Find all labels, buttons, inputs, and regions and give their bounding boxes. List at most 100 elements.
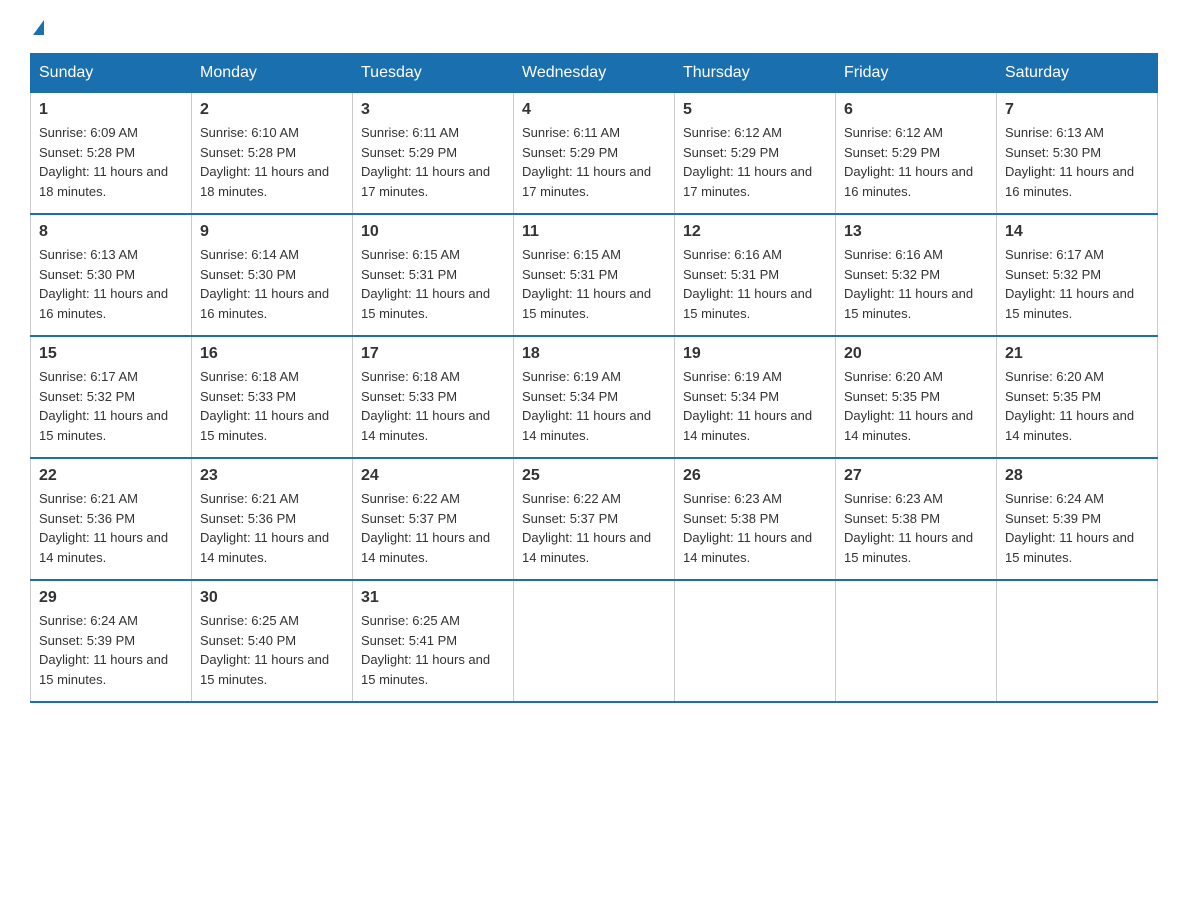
day-number: 26 <box>683 467 827 485</box>
calendar-header-row: SundayMondayTuesdayWednesdayThursdayFrid… <box>31 54 1158 93</box>
day-number: 24 <box>361 467 505 485</box>
day-info: Sunrise: 6:16 AMSunset: 5:31 PMDaylight:… <box>683 247 812 321</box>
day-info: Sunrise: 6:15 AMSunset: 5:31 PMDaylight:… <box>361 247 490 321</box>
logo <box>30 20 44 33</box>
calendar-cell: 1 Sunrise: 6:09 AMSunset: 5:28 PMDayligh… <box>31 93 192 215</box>
calendar-cell: 30 Sunrise: 6:25 AMSunset: 5:40 PMDaylig… <box>192 580 353 702</box>
day-info: Sunrise: 6:21 AMSunset: 5:36 PMDaylight:… <box>200 491 329 565</box>
calendar-table: SundayMondayTuesdayWednesdayThursdayFrid… <box>30 53 1158 703</box>
calendar-cell: 10 Sunrise: 6:15 AMSunset: 5:31 PMDaylig… <box>353 214 514 336</box>
day-info: Sunrise: 6:12 AMSunset: 5:29 PMDaylight:… <box>844 125 973 199</box>
day-number: 9 <box>200 223 344 241</box>
calendar-cell: 29 Sunrise: 6:24 AMSunset: 5:39 PMDaylig… <box>31 580 192 702</box>
day-info: Sunrise: 6:17 AMSunset: 5:32 PMDaylight:… <box>1005 247 1134 321</box>
day-info: Sunrise: 6:19 AMSunset: 5:34 PMDaylight:… <box>683 369 812 443</box>
day-number: 7 <box>1005 101 1149 119</box>
calendar-cell: 21 Sunrise: 6:20 AMSunset: 5:35 PMDaylig… <box>997 336 1158 458</box>
header-thursday: Thursday <box>675 54 836 93</box>
week-row-4: 22 Sunrise: 6:21 AMSunset: 5:36 PMDaylig… <box>31 458 1158 580</box>
calendar-cell: 14 Sunrise: 6:17 AMSunset: 5:32 PMDaylig… <box>997 214 1158 336</box>
calendar-cell <box>514 580 675 702</box>
day-info: Sunrise: 6:23 AMSunset: 5:38 PMDaylight:… <box>683 491 812 565</box>
week-row-5: 29 Sunrise: 6:24 AMSunset: 5:39 PMDaylig… <box>31 580 1158 702</box>
day-info: Sunrise: 6:20 AMSunset: 5:35 PMDaylight:… <box>1005 369 1134 443</box>
calendar-cell: 23 Sunrise: 6:21 AMSunset: 5:36 PMDaylig… <box>192 458 353 580</box>
week-row-1: 1 Sunrise: 6:09 AMSunset: 5:28 PMDayligh… <box>31 93 1158 215</box>
day-number: 15 <box>39 345 183 363</box>
day-info: Sunrise: 6:16 AMSunset: 5:32 PMDaylight:… <box>844 247 973 321</box>
calendar-cell: 12 Sunrise: 6:16 AMSunset: 5:31 PMDaylig… <box>675 214 836 336</box>
calendar-cell: 11 Sunrise: 6:15 AMSunset: 5:31 PMDaylig… <box>514 214 675 336</box>
day-info: Sunrise: 6:21 AMSunset: 5:36 PMDaylight:… <box>39 491 168 565</box>
calendar-cell: 9 Sunrise: 6:14 AMSunset: 5:30 PMDayligh… <box>192 214 353 336</box>
day-info: Sunrise: 6:14 AMSunset: 5:30 PMDaylight:… <box>200 247 329 321</box>
day-number: 25 <box>522 467 666 485</box>
week-row-3: 15 Sunrise: 6:17 AMSunset: 5:32 PMDaylig… <box>31 336 1158 458</box>
calendar-cell: 7 Sunrise: 6:13 AMSunset: 5:30 PMDayligh… <box>997 93 1158 215</box>
day-info: Sunrise: 6:13 AMSunset: 5:30 PMDaylight:… <box>39 247 168 321</box>
calendar-cell: 13 Sunrise: 6:16 AMSunset: 5:32 PMDaylig… <box>836 214 997 336</box>
day-info: Sunrise: 6:10 AMSunset: 5:28 PMDaylight:… <box>200 125 329 199</box>
day-info: Sunrise: 6:22 AMSunset: 5:37 PMDaylight:… <box>361 491 490 565</box>
calendar-cell: 25 Sunrise: 6:22 AMSunset: 5:37 PMDaylig… <box>514 458 675 580</box>
calendar-cell: 31 Sunrise: 6:25 AMSunset: 5:41 PMDaylig… <box>353 580 514 702</box>
calendar-cell: 2 Sunrise: 6:10 AMSunset: 5:28 PMDayligh… <box>192 93 353 215</box>
calendar-cell: 28 Sunrise: 6:24 AMSunset: 5:39 PMDaylig… <box>997 458 1158 580</box>
day-info: Sunrise: 6:18 AMSunset: 5:33 PMDaylight:… <box>361 369 490 443</box>
day-number: 14 <box>1005 223 1149 241</box>
day-number: 17 <box>361 345 505 363</box>
day-number: 4 <box>522 101 666 119</box>
day-info: Sunrise: 6:09 AMSunset: 5:28 PMDaylight:… <box>39 125 168 199</box>
calendar-cell: 24 Sunrise: 6:22 AMSunset: 5:37 PMDaylig… <box>353 458 514 580</box>
day-number: 10 <box>361 223 505 241</box>
day-info: Sunrise: 6:22 AMSunset: 5:37 PMDaylight:… <box>522 491 651 565</box>
calendar-cell: 27 Sunrise: 6:23 AMSunset: 5:38 PMDaylig… <box>836 458 997 580</box>
day-number: 11 <box>522 223 666 241</box>
header-monday: Monday <box>192 54 353 93</box>
day-number: 2 <box>200 101 344 119</box>
calendar-cell: 16 Sunrise: 6:18 AMSunset: 5:33 PMDaylig… <box>192 336 353 458</box>
header-saturday: Saturday <box>997 54 1158 93</box>
day-number: 31 <box>361 589 505 607</box>
calendar-cell: 5 Sunrise: 6:12 AMSunset: 5:29 PMDayligh… <box>675 93 836 215</box>
day-info: Sunrise: 6:25 AMSunset: 5:41 PMDaylight:… <box>361 613 490 687</box>
header-tuesday: Tuesday <box>353 54 514 93</box>
day-info: Sunrise: 6:18 AMSunset: 5:33 PMDaylight:… <box>200 369 329 443</box>
logo-triangle-icon <box>33 20 44 35</box>
day-number: 8 <box>39 223 183 241</box>
page-header <box>30 20 1158 33</box>
day-number: 27 <box>844 467 988 485</box>
day-number: 29 <box>39 589 183 607</box>
calendar-cell: 26 Sunrise: 6:23 AMSunset: 5:38 PMDaylig… <box>675 458 836 580</box>
day-info: Sunrise: 6:11 AMSunset: 5:29 PMDaylight:… <box>361 125 490 199</box>
day-number: 21 <box>1005 345 1149 363</box>
day-info: Sunrise: 6:24 AMSunset: 5:39 PMDaylight:… <box>39 613 168 687</box>
day-info: Sunrise: 6:24 AMSunset: 5:39 PMDaylight:… <box>1005 491 1134 565</box>
header-wednesday: Wednesday <box>514 54 675 93</box>
day-number: 12 <box>683 223 827 241</box>
calendar-cell: 6 Sunrise: 6:12 AMSunset: 5:29 PMDayligh… <box>836 93 997 215</box>
day-info: Sunrise: 6:11 AMSunset: 5:29 PMDaylight:… <box>522 125 651 199</box>
calendar-cell <box>836 580 997 702</box>
day-number: 6 <box>844 101 988 119</box>
day-info: Sunrise: 6:15 AMSunset: 5:31 PMDaylight:… <box>522 247 651 321</box>
header-friday: Friday <box>836 54 997 93</box>
week-row-2: 8 Sunrise: 6:13 AMSunset: 5:30 PMDayligh… <box>31 214 1158 336</box>
day-number: 23 <box>200 467 344 485</box>
calendar-cell: 17 Sunrise: 6:18 AMSunset: 5:33 PMDaylig… <box>353 336 514 458</box>
calendar-cell: 18 Sunrise: 6:19 AMSunset: 5:34 PMDaylig… <box>514 336 675 458</box>
calendar-cell: 22 Sunrise: 6:21 AMSunset: 5:36 PMDaylig… <box>31 458 192 580</box>
calendar-cell <box>997 580 1158 702</box>
calendar-cell <box>675 580 836 702</box>
calendar-cell: 3 Sunrise: 6:11 AMSunset: 5:29 PMDayligh… <box>353 93 514 215</box>
day-info: Sunrise: 6:23 AMSunset: 5:38 PMDaylight:… <box>844 491 973 565</box>
day-number: 30 <box>200 589 344 607</box>
day-info: Sunrise: 6:25 AMSunset: 5:40 PMDaylight:… <box>200 613 329 687</box>
day-number: 18 <box>522 345 666 363</box>
calendar-cell: 15 Sunrise: 6:17 AMSunset: 5:32 PMDaylig… <box>31 336 192 458</box>
calendar-cell: 20 Sunrise: 6:20 AMSunset: 5:35 PMDaylig… <box>836 336 997 458</box>
calendar-cell: 8 Sunrise: 6:13 AMSunset: 5:30 PMDayligh… <box>31 214 192 336</box>
day-info: Sunrise: 6:12 AMSunset: 5:29 PMDaylight:… <box>683 125 812 199</box>
day-info: Sunrise: 6:17 AMSunset: 5:32 PMDaylight:… <box>39 369 168 443</box>
day-number: 3 <box>361 101 505 119</box>
